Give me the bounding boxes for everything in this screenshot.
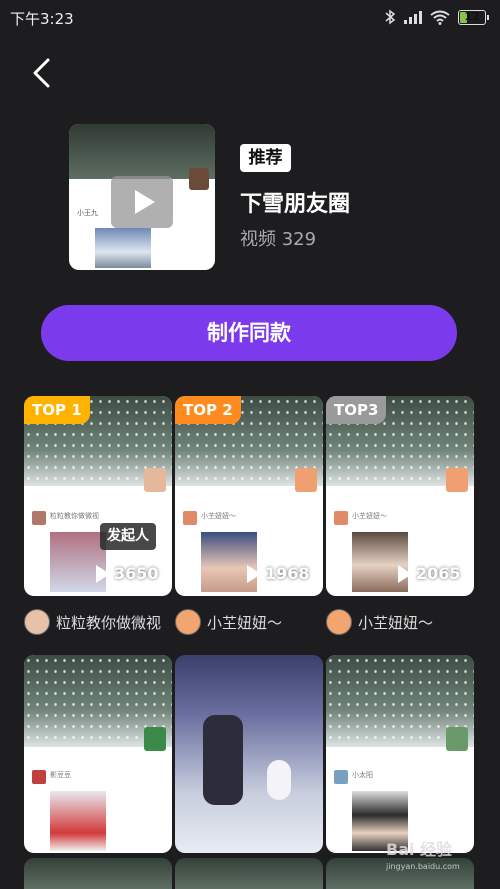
rank-badge: TOP 2	[175, 396, 241, 424]
recommend-badge: 推荐	[240, 144, 291, 172]
watermark-brand: Bai 经验	[386, 840, 453, 859]
status-time: 下午3:23	[10, 10, 74, 28]
mini-name: 小芏妞妞～	[352, 512, 387, 520]
portrait-photo	[201, 532, 257, 592]
portrait-photo	[352, 532, 408, 592]
mini-avatar	[183, 511, 197, 525]
play-icon[interactable]	[111, 176, 173, 228]
watermark: Bai 经验 jingyan.baidu.com	[386, 836, 460, 871]
author-item-3[interactable]: 小芏妞妞～	[326, 608, 433, 636]
creator-thumbnail	[144, 468, 166, 492]
play-count: 2065	[416, 564, 461, 583]
initiator-tag: 发起人	[100, 523, 156, 550]
play-count: 3650	[114, 564, 159, 583]
topic-cover[interactable]: 小王九	[69, 124, 215, 270]
author-name: 小芏妞妞～	[207, 613, 283, 632]
snowman	[267, 760, 291, 800]
top-video-card-2[interactable]: 小芏妞妞～ 1968 TOP 2	[175, 396, 323, 596]
cover-avatar	[189, 168, 209, 190]
snow-photo	[50, 532, 106, 592]
video-card-8[interactable]	[175, 858, 323, 889]
battery-icon: 12	[458, 9, 489, 25]
watermark-url: jingyan.baidu.com	[386, 862, 460, 871]
creator-thumbnail	[295, 468, 317, 492]
bluetooth-icon	[385, 9, 396, 25]
mini-avatar	[334, 770, 348, 784]
video-count: 视频 329	[240, 229, 317, 250]
play-count: 1968	[265, 564, 310, 583]
mini-name: 影豆豆	[50, 771, 71, 779]
wifi-icon	[430, 10, 450, 25]
author-name: 粒粒教你做微视	[56, 613, 162, 632]
rank-badge: TOP3	[326, 396, 387, 424]
topic-title: 下雪朋友圈	[240, 192, 351, 217]
signal-icon	[404, 10, 422, 24]
play-count-icon	[96, 565, 110, 583]
mini-avatar	[32, 511, 46, 525]
cover-caption: 小王九	[77, 209, 98, 217]
battery-level: 12	[464, 9, 480, 23]
mini-name: 粒粒教你做微视	[50, 512, 99, 520]
status-icons: 12	[384, 9, 489, 25]
author-avatar	[24, 609, 50, 635]
author-avatar	[175, 609, 201, 635]
creator-thumbnail	[144, 727, 166, 751]
make-same-button[interactable]: 制作同款	[41, 305, 457, 361]
red-coat-photo	[50, 791, 106, 851]
video-card-5[interactable]	[175, 655, 323, 853]
creator-thumbnail	[446, 468, 468, 492]
top-video-card-1[interactable]: 粒粒教你做微视 发起人 3650 TOP 1	[24, 396, 172, 596]
play-count-icon	[247, 565, 261, 583]
mini-name: 小太阳	[352, 771, 373, 779]
video-card-6[interactable]: 小太阳	[326, 655, 474, 853]
author-name: 小芏妞妞～	[358, 613, 434, 632]
mini-avatar	[32, 770, 46, 784]
mini-name: 小芏妞妞～	[201, 512, 236, 520]
rank-badge: TOP 1	[24, 396, 90, 424]
back-chevron-icon[interactable]	[28, 56, 54, 90]
author-avatar	[326, 609, 352, 635]
creator-thumbnail	[446, 727, 468, 751]
snowman-scene	[203, 715, 243, 805]
cover-mountain-photo	[95, 228, 151, 268]
status-bar: 下午3:23 12	[0, 0, 500, 36]
top-video-card-3[interactable]: 小芏妞妞～ 2065 TOP3	[326, 396, 474, 596]
video-card-4[interactable]: 影豆豆	[24, 655, 172, 853]
author-item-2[interactable]: 小芏妞妞～	[175, 608, 282, 636]
video-card-7[interactable]	[24, 858, 172, 889]
author-item-1[interactable]: 粒粒教你做微视	[24, 608, 161, 636]
play-count-icon	[398, 565, 412, 583]
mini-avatar	[334, 511, 348, 525]
